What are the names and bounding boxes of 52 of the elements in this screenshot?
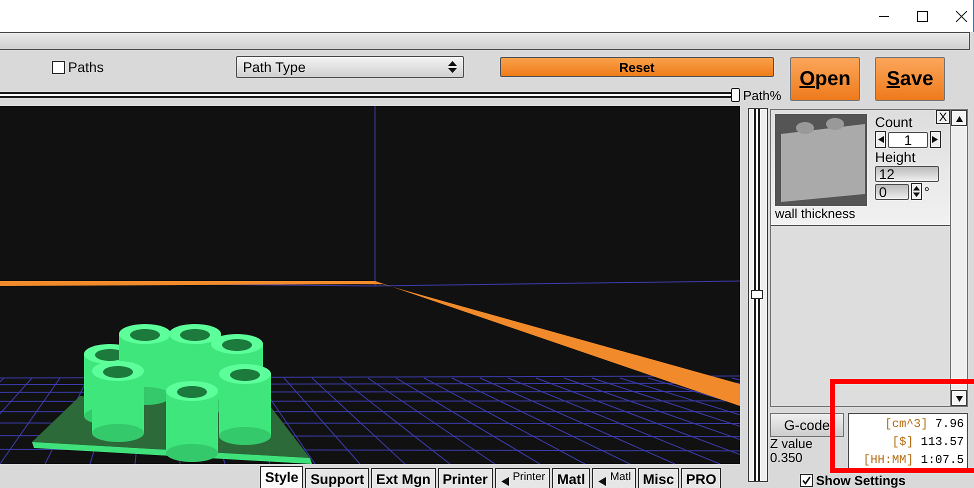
count-field[interactable]: 1 — [888, 132, 928, 148]
slider-thumb[interactable] — [751, 290, 763, 299]
z-value: 0.350 — [770, 451, 804, 465]
stat-line: [HH:MM] 1:07.5 — [863, 452, 964, 469]
reset-button[interactable]: Reset — [500, 57, 774, 77]
tab[interactable]: Ext Mgn — [371, 468, 436, 488]
open-button[interactable]: Open — [790, 57, 860, 101]
up-down-arrows-icon — [448, 60, 457, 74]
remove-button[interactable]: X — [936, 110, 950, 124]
save-button[interactable]: Save — [875, 57, 945, 101]
down-arrow-icon — [956, 394, 962, 402]
object-card[interactable]: wall thickness Count 1 Height 12 0 ° X — [771, 110, 950, 226]
maximize-icon[interactable] — [917, 10, 928, 22]
checkbox[interactable] — [800, 474, 813, 487]
up-down-arrows-icon — [913, 185, 920, 198]
stat-line: [$] 113.57 — [892, 434, 964, 451]
left-arrow-icon — [500, 477, 509, 486]
path-percent-label: Path% — [743, 88, 782, 102]
close-icon[interactable] — [956, 10, 967, 22]
gcode-button[interactable]: G-code — [770, 413, 844, 437]
path-type-select[interactable]: Path Type — [236, 56, 464, 78]
checkmark-icon — [802, 476, 811, 485]
tab[interactable]: Printer — [438, 468, 493, 488]
right-arrow-icon — [932, 136, 939, 143]
stat-line: [cm^3] 7.96 — [884, 416, 964, 433]
z-value-label: Z value — [770, 437, 814, 451]
spinner-button[interactable] — [911, 183, 922, 200]
count-label: Count — [875, 114, 914, 130]
decrement-button[interactable] — [875, 131, 886, 148]
height-label: Height — [875, 149, 916, 165]
object-name: wall thickness — [775, 206, 856, 221]
increment-button[interactable] — [930, 131, 941, 148]
paths-label: Paths — [68, 59, 104, 75]
up-arrow-icon — [956, 114, 962, 122]
slider-thumb[interactable] — [731, 88, 740, 102]
z-slider[interactable] — [748, 108, 768, 482]
degree-label: ° — [924, 184, 930, 200]
rotation-field[interactable]: 0 — [875, 184, 909, 200]
height-field[interactable]: 12 — [875, 166, 939, 182]
tab[interactable]: Misc — [638, 468, 680, 488]
tab[interactable]: Support — [305, 468, 370, 488]
checkbox[interactable] — [52, 60, 65, 74]
show-settings-label: Show Settings — [816, 473, 906, 488]
left-arrow-icon — [877, 136, 884, 143]
tab[interactable]: Style — [260, 466, 304, 488]
scrollbar[interactable] — [950, 110, 967, 406]
tab[interactable]: PRO — [681, 468, 722, 488]
tab[interactable]: Printer — [494, 468, 550, 488]
left-arrow-icon — [597, 477, 606, 486]
3d-viewport-drawing[interactable] — [0, 106, 740, 464]
tab[interactable]: Matl — [552, 468, 590, 488]
tab[interactable]: Matl — [592, 468, 636, 488]
